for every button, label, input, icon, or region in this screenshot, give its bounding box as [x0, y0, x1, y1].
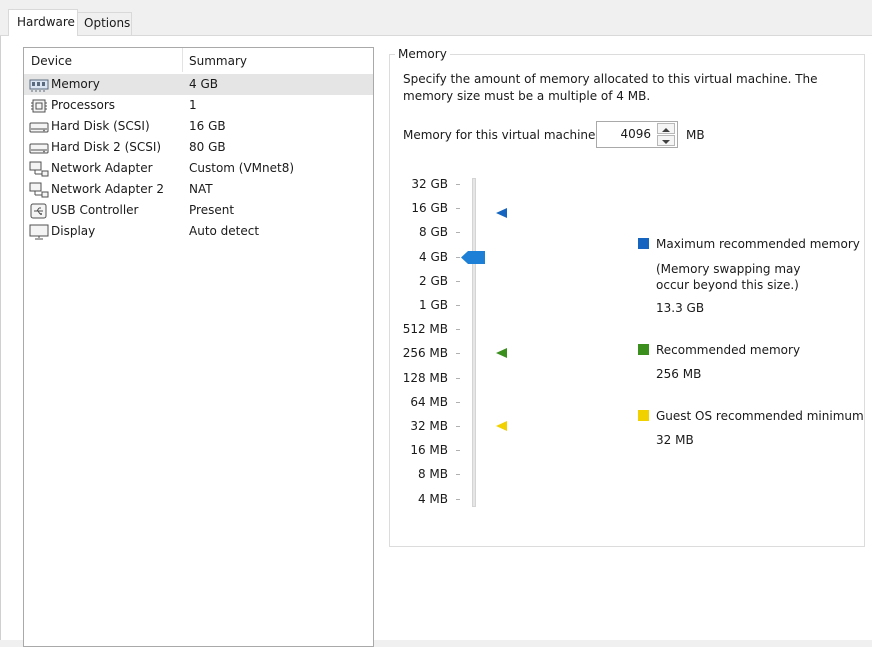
usb-icon [30, 203, 47, 219]
slider-scale-label: 256 MB [402, 346, 448, 360]
display-icon [29, 224, 49, 240]
slider-scale-label: 4 MB [417, 492, 448, 506]
memory-slider-thumb[interactable] [461, 251, 485, 264]
memory-value-input[interactable]: 4096 [620, 127, 651, 141]
recommended-value: 256 MB [656, 367, 702, 381]
max-recommended-label: Maximum recommended memory [656, 237, 860, 251]
memory-icon [29, 79, 49, 92]
slider-scale-label: 512 MB [402, 322, 448, 336]
minimum-swatch [638, 410, 649, 421]
hard-disk-icon [29, 143, 49, 154]
max-recommended-value: 13.3 GB [656, 301, 705, 315]
processor-icon [31, 99, 47, 113]
device-name: Hard Disk 2 (SCSI) [51, 140, 162, 154]
slider-scale-label: 1 GB [419, 298, 448, 312]
minimum-label: Guest OS recommended minimum [656, 409, 864, 423]
slider-scale-label: 32 MB [410, 419, 448, 433]
max-recommended-marker [496, 208, 507, 218]
slider-scale-label: 32 GB [411, 177, 448, 191]
recommended-swatch [638, 344, 649, 355]
spin-down-button[interactable] [657, 135, 675, 146]
device-row-network-adapter[interactable]: Network Adapter Custom (VMnet8) [24, 158, 373, 179]
recommended-label: Recommended memory [656, 343, 801, 357]
hard-disk-icon [29, 122, 49, 133]
minimum-value: 32 MB [656, 433, 694, 447]
column-separator[interactable] [182, 48, 183, 72]
device-summary: 16 GB [189, 119, 226, 133]
slider-tick-mark [456, 499, 460, 500]
device-list-header: Device Summary [24, 48, 373, 72]
network-adapter-icon [29, 161, 49, 177]
slider-scale-label: 4 GB [419, 250, 448, 264]
device-row-display[interactable]: Display Auto detect [24, 221, 373, 242]
tab-options[interactable]: Options [78, 12, 132, 35]
device-row-hard-disk-2[interactable]: Hard Disk 2 (SCSI) 80 GB [24, 137, 373, 158]
device-summary: Auto detect [189, 224, 260, 238]
memory-spinbox[interactable]: 4096 [596, 121, 678, 148]
page-left-edge [0, 36, 1, 640]
slider-scale-label: 16 GB [411, 201, 448, 215]
slider-tick-mark [456, 305, 460, 306]
recommended-marker [496, 348, 507, 358]
memory-description: Specify the amount of memory allocated t… [403, 72, 818, 103]
device-row-memory[interactable]: Memory 4 GB [24, 74, 373, 95]
slider-scale-label: 16 MB [410, 443, 448, 457]
device-row-network-adapter-2[interactable]: Network Adapter 2 NAT [24, 179, 373, 200]
device-summary: NAT [189, 182, 213, 196]
memory-unit-label: MB [686, 128, 705, 142]
chevron-up-icon [662, 128, 670, 132]
device-name: Processors [51, 98, 116, 112]
slider-scale-label: 8 GB [419, 225, 448, 239]
device-summary: Custom (VMnet8) [189, 161, 295, 175]
device-list[interactable]: Device Summary Memory 4 GB Processors 1 … [23, 47, 374, 647]
device-name: Memory [51, 77, 100, 91]
slider-tick-mark [456, 281, 460, 282]
slider-tick-mark [456, 450, 460, 451]
device-name: Network Adapter 2 [51, 182, 164, 196]
network-adapter-icon [29, 182, 49, 198]
tab-strip: Hardware Options [0, 0, 872, 36]
device-summary: 4 GB [189, 77, 218, 91]
slider-tick-mark [456, 353, 460, 354]
slider-scale-label: 128 MB [402, 371, 448, 385]
slider-tick-mark [456, 329, 460, 330]
slider-tick-mark [456, 426, 460, 427]
chevron-down-icon [662, 140, 670, 144]
memory-swapping-note: (Memory swapping may occur beyond this s… [656, 262, 801, 292]
slider-scale-label: 64 MB [410, 395, 448, 409]
device-row-usb-controller[interactable]: USB Controller Present [24, 200, 373, 221]
slider-tick-mark [456, 184, 460, 185]
column-header-device[interactable]: Device [31, 54, 72, 68]
spin-up-button[interactable] [657, 123, 675, 134]
slider-scale-label: 8 MB [417, 467, 448, 481]
column-header-summary[interactable]: Summary [189, 54, 247, 68]
memory-field-label: Memory for this virtual machine: [403, 128, 600, 142]
device-summary: Present [189, 203, 235, 217]
device-row-hard-disk[interactable]: Hard Disk (SCSI) 16 GB [24, 116, 373, 137]
slider-tick-mark [456, 402, 460, 403]
device-name: Display [51, 224, 96, 238]
device-name: USB Controller [51, 203, 139, 217]
device-name: Network Adapter [51, 161, 153, 175]
device-summary: 80 GB [189, 140, 226, 154]
slider-tick-mark [456, 378, 460, 379]
slider-tick-mark [456, 232, 460, 233]
slider-tick-mark [456, 474, 460, 475]
minimum-marker [496, 421, 507, 431]
memory-group-title: Memory [395, 47, 450, 61]
max-recommended-swatch [638, 238, 649, 249]
slider-tick-mark [456, 208, 460, 209]
memory-slider-track[interactable] [472, 178, 476, 507]
slider-tick-mark [456, 257, 460, 258]
slider-scale-label: 2 GB [419, 274, 448, 288]
device-row-processors[interactable]: Processors 1 [24, 95, 373, 116]
device-summary: 1 [189, 98, 197, 112]
device-name: Hard Disk (SCSI) [51, 119, 150, 133]
tab-hardware[interactable]: Hardware [8, 9, 78, 36]
